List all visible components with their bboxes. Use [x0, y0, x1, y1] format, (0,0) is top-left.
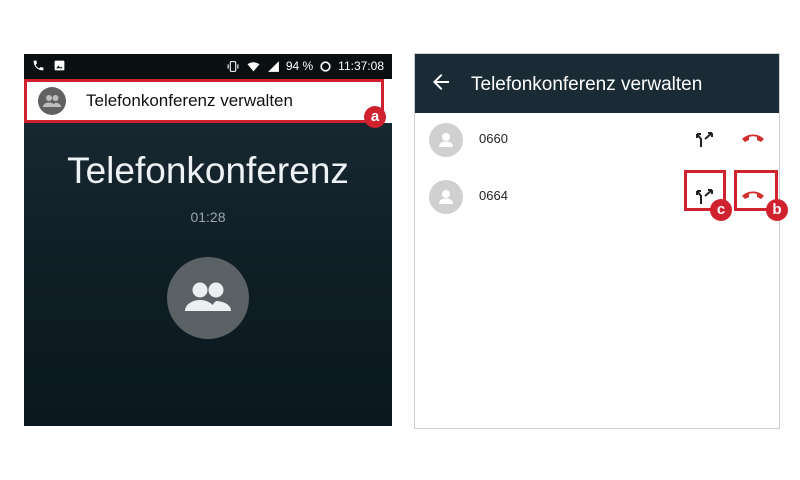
conference-avatar-icon	[167, 257, 249, 339]
manage-conference-screen: Telefonkonferenz verwalten 0660 0664	[414, 53, 780, 429]
status-time: 11:37:08	[338, 59, 384, 73]
annotation-badge-b: b	[766, 199, 788, 221]
annotation-badge-c: c	[710, 199, 732, 221]
back-arrow-icon[interactable]	[429, 70, 453, 99]
annotation-badge-a: a	[364, 106, 386, 128]
app-bar: Telefonkonferenz verwalten	[415, 54, 779, 113]
participant-number: 0660	[479, 131, 508, 146]
call-timer: 01:28	[190, 209, 226, 225]
annotation-box-a	[24, 79, 384, 123]
person-avatar-icon	[429, 123, 463, 157]
person-avatar-icon	[429, 180, 463, 214]
battery-ring-icon	[320, 60, 331, 72]
participant-row: 0660	[415, 115, 779, 165]
phone-icon	[33, 60, 44, 71]
vibrate-icon	[227, 60, 239, 72]
hang-up-icon[interactable]	[741, 131, 765, 150]
split-call-icon[interactable]	[695, 129, 715, 154]
battery-percentage: 94 %	[285, 59, 314, 73]
app-bar-title: Telefonkonferenz verwalten	[471, 74, 703, 95]
status-bar: 94 % 11:37:08	[24, 54, 392, 79]
image-icon	[54, 60, 65, 71]
wifi-icon	[247, 61, 260, 71]
participant-number: 0664	[479, 188, 508, 203]
signal-icon	[267, 60, 279, 72]
call-title: Telefonkonferenz	[67, 150, 349, 191]
